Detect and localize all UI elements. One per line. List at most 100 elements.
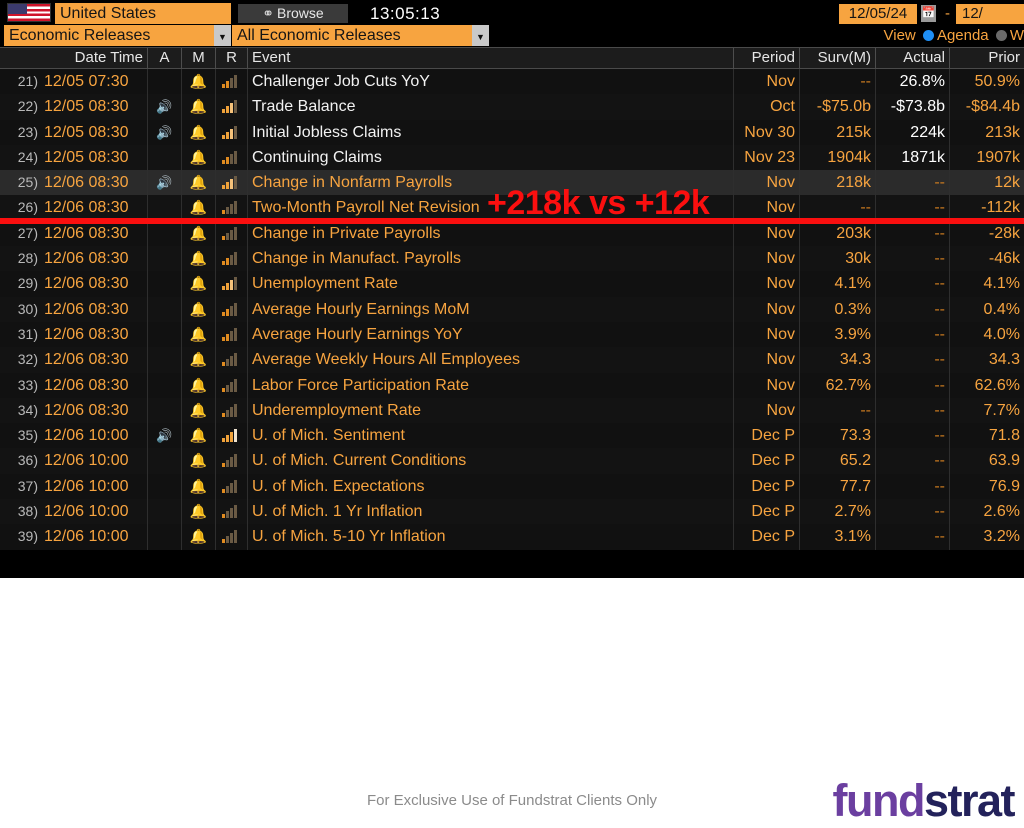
row-event-name[interactable]: Labor Force Participation Rate — [248, 372, 734, 398]
date-start-input[interactable]: 12/05/24 — [839, 4, 917, 24]
radio-agenda-icon[interactable] — [922, 30, 934, 41]
row-alert-cell[interactable] — [148, 448, 182, 474]
speaker-icon[interactable]: 🔊 — [156, 94, 172, 119]
row-mute-cell[interactable]: 🔔 — [182, 524, 216, 550]
row-mute-cell[interactable]: 🔔 — [182, 271, 216, 297]
row-alert-cell[interactable] — [148, 397, 182, 424]
row-alert-cell[interactable]: 🔊 — [148, 119, 182, 145]
row-alert-cell[interactable]: 🔊 — [148, 94, 182, 120]
row-event-name[interactable]: Continuing Claims — [248, 144, 734, 171]
table-row[interactable]: 33) 12/06 08:30 🔔 Labor Force Participation… — [0, 372, 1024, 398]
category-select[interactable]: Economic Releases — [4, 25, 214, 46]
bell-icon[interactable]: 🔔 — [190, 448, 207, 473]
calendar-icon[interactable]: 📅 — [921, 5, 936, 22]
table-row[interactable]: 24) 12/05 08:30 🔔 Continuing Claims Nov 23 19… — [0, 144, 1024, 171]
row-mute-cell[interactable]: 🔔 — [182, 195, 216, 221]
row-mute-cell[interactable]: 🔔 — [182, 321, 216, 348]
bell-icon[interactable]: 🔔 — [190, 221, 207, 246]
table-row[interactable]: 21) 12/05 07:30 🔔 Challenger Job Cuts YoY No… — [0, 69, 1024, 95]
row-event-name[interactable]: Underemployment Rate — [248, 397, 734, 424]
row-mute-cell[interactable]: 🔔 — [182, 170, 216, 196]
column-header-survey[interactable]: Surv(M) — [800, 48, 876, 68]
bell-icon[interactable]: 🔔 — [190, 499, 207, 524]
row-event-name[interactable]: U. of Mich. 5-10 Yr Inflation — [248, 524, 734, 550]
view-option-weekly[interactable]: W — [1010, 27, 1024, 44]
table-row[interactable]: 31) 12/06 08:30 🔔 Average Hourly Earnings Y… — [0, 321, 1024, 348]
row-alert-cell[interactable] — [148, 144, 182, 171]
view-option-agenda[interactable]: Agenda — [937, 27, 989, 44]
bell-icon[interactable]: 🔔 — [190, 524, 207, 549]
bell-icon[interactable]: 🔔 — [190, 94, 207, 119]
table-row[interactable]: 30) 12/06 08:30 🔔 Average Hourly Earnings M… — [0, 296, 1024, 322]
bell-icon[interactable]: 🔔 — [190, 170, 207, 195]
row-event-name[interactable]: Change in Manufact. Payrolls — [248, 246, 734, 272]
row-event-name[interactable]: U. of Mich. Current Conditions — [248, 448, 734, 474]
speaker-icon[interactable]: 🔊 — [156, 120, 172, 145]
bell-icon[interactable]: 🔔 — [190, 271, 207, 296]
table-row[interactable]: 37) 12/06 10:00 🔔 U. of Mich. Expectations D… — [0, 473, 1024, 500]
column-header-prior[interactable]: Prior — [950, 48, 1024, 68]
row-mute-cell[interactable]: 🔔 — [182, 448, 216, 474]
bell-icon[interactable]: 🔔 — [190, 297, 207, 322]
bell-icon[interactable]: 🔔 — [190, 145, 207, 170]
table-row[interactable]: 35) 12/06 10:00 🔊 🔔 U. of Mich. Sentiment Dec… — [0, 423, 1024, 449]
row-event-name[interactable]: U. of Mich. 1 Yr Inflation — [248, 499, 734, 525]
row-mute-cell[interactable]: 🔔 — [182, 473, 216, 500]
row-mute-cell[interactable]: 🔔 — [182, 372, 216, 398]
row-alert-cell[interactable]: 🔊 — [148, 423, 182, 449]
column-header-event[interactable]: Event — [248, 48, 734, 68]
table-row[interactable]: 23) 12/05 08:30 🔊 🔔 Initial Jobless Claims No… — [0, 119, 1024, 145]
table-row[interactable]: 32) 12/06 08:30 🔔 Average Weekly Hours All … — [0, 347, 1024, 373]
subcategory-select[interactable]: All Economic Releases — [232, 25, 472, 46]
column-header-alert[interactable]: A — [148, 48, 182, 68]
bell-icon[interactable]: 🔔 — [190, 398, 207, 423]
row-mute-cell[interactable]: 🔔 — [182, 94, 216, 120]
bell-icon[interactable]: 🔔 — [190, 120, 207, 145]
row-alert-cell[interactable] — [148, 347, 182, 373]
table-row[interactable]: 29) 12/06 08:30 🔔 Unemployment Rate Nov 4.1% -… — [0, 271, 1024, 297]
row-event-name[interactable]: Average Weekly Hours All Employees — [248, 347, 734, 373]
table-row[interactable]: 28) 12/06 08:30 🔔 Change in Manufact. Payro… — [0, 246, 1024, 272]
browse-button[interactable]: ⚭ Browse — [238, 4, 348, 23]
row-alert-cell[interactable] — [148, 499, 182, 525]
date-end-input[interactable]: 12/ — [956, 4, 1024, 24]
chevron-down-icon[interactable]: ▼ — [214, 25, 231, 46]
column-header-mute[interactable]: M — [182, 48, 216, 68]
bell-icon[interactable]: 🔔 — [190, 69, 207, 94]
row-mute-cell[interactable]: 🔔 — [182, 347, 216, 373]
row-mute-cell[interactable]: 🔔 — [182, 499, 216, 525]
speaker-icon[interactable]: 🔊 — [156, 170, 172, 195]
row-alert-cell[interactable] — [148, 473, 182, 500]
speaker-icon[interactable]: 🔊 — [156, 423, 172, 448]
bell-icon[interactable]: 🔔 — [190, 246, 207, 271]
row-mute-cell[interactable]: 🔔 — [182, 119, 216, 145]
table-row[interactable]: 22) 12/05 08:30 🔊 🔔 Trade Balance Oct -$75.0b -… — [0, 94, 1024, 120]
bell-icon[interactable]: 🔔 — [190, 195, 207, 220]
row-alert-cell[interactable]: 🔊 — [148, 170, 182, 196]
row-alert-cell[interactable] — [148, 195, 182, 221]
row-event-name[interactable]: U. of Mich. Sentiment — [248, 423, 734, 449]
row-event-name[interactable]: Trade Balance — [248, 94, 734, 120]
column-header-relevance[interactable]: R — [216, 48, 248, 68]
table-row[interactable]: 38) 12/06 10:00 🔔 U. of Mich. 1 Yr Inflatio… — [0, 499, 1024, 525]
chevron-down-icon[interactable]: ▼ — [472, 25, 489, 46]
row-event-name[interactable]: Average Hourly Earnings YoY — [248, 321, 734, 348]
radio-weekly-icon[interactable] — [995, 30, 1007, 41]
row-alert-cell[interactable] — [148, 220, 182, 247]
table-row[interactable]: 34) 12/06 08:30 🔔 Underemployment Rate Nov --… — [0, 397, 1024, 424]
row-mute-cell[interactable]: 🔔 — [182, 144, 216, 171]
row-mute-cell[interactable]: 🔔 — [182, 296, 216, 322]
bell-icon[interactable]: 🔔 — [190, 423, 207, 448]
row-alert-cell[interactable] — [148, 69, 182, 95]
row-alert-cell[interactable] — [148, 372, 182, 398]
row-alert-cell[interactable] — [148, 271, 182, 297]
bell-icon[interactable]: 🔔 — [190, 347, 207, 372]
row-event-name[interactable]: Change in Private Payrolls — [248, 220, 734, 247]
bell-icon[interactable]: 🔔 — [190, 474, 207, 499]
table-row[interactable]: 36) 12/06 10:00 🔔 U. of Mich. Current Condi… — [0, 448, 1024, 474]
column-header-date[interactable]: Date Time — [40, 48, 148, 68]
country-input[interactable]: United States — [55, 3, 231, 24]
row-event-name[interactable]: Initial Jobless Claims — [248, 119, 734, 145]
row-alert-cell[interactable] — [148, 321, 182, 348]
row-mute-cell[interactable]: 🔔 — [182, 220, 216, 247]
